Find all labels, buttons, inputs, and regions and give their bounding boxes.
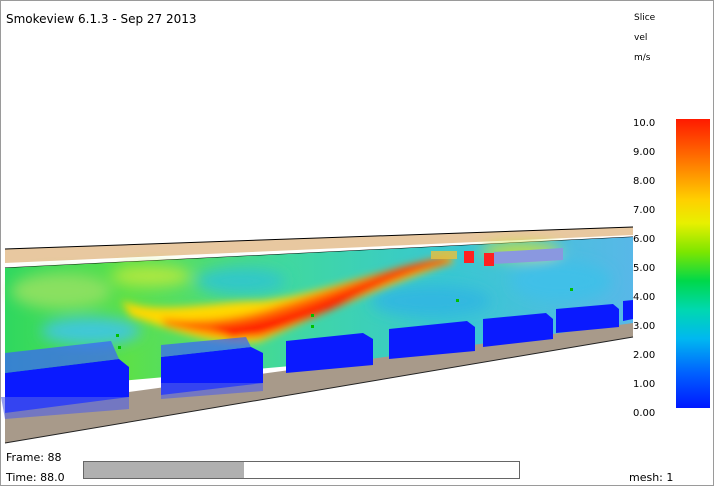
time-label: Time: 88.0	[6, 471, 65, 484]
colorbar-tick: 7.00	[633, 205, 656, 216]
colorbar-tick: 5.00	[633, 263, 656, 274]
colorbar-tick: 3.00	[633, 321, 656, 332]
app-title: Smokeview 6.1.3 - Sep 27 2013	[6, 12, 197, 26]
colorbar-tick: 9.00	[633, 147, 656, 158]
colorbar-tick: 2.00	[633, 350, 656, 361]
frame-label: Frame: 88	[6, 451, 62, 464]
colorbar-tick: 10.0	[633, 118, 656, 129]
mesh-label: mesh: 1	[629, 471, 674, 484]
slice-scene[interactable]	[1, 1, 713, 485]
time-slider-progress	[84, 462, 244, 478]
smokeview-window: Smokeview 6.1.3 - Sep 27 2013 Slice vel …	[0, 0, 714, 486]
colorbar-tick: 8.00	[633, 176, 656, 187]
colorbar-tick: 6.00	[633, 234, 656, 245]
colorbar	[676, 119, 710, 408]
colorbar-tick: 0.00	[633, 408, 656, 419]
colorbar-quantity-label: vel	[634, 33, 648, 43]
colorbar-tick: 1.00	[633, 379, 656, 390]
colorbar-slice-label: Slice	[634, 13, 656, 23]
time-slider[interactable]	[83, 461, 520, 479]
colorbar-unit-label: m/s	[634, 53, 651, 63]
colorbar-tick: 4.00	[633, 292, 656, 303]
